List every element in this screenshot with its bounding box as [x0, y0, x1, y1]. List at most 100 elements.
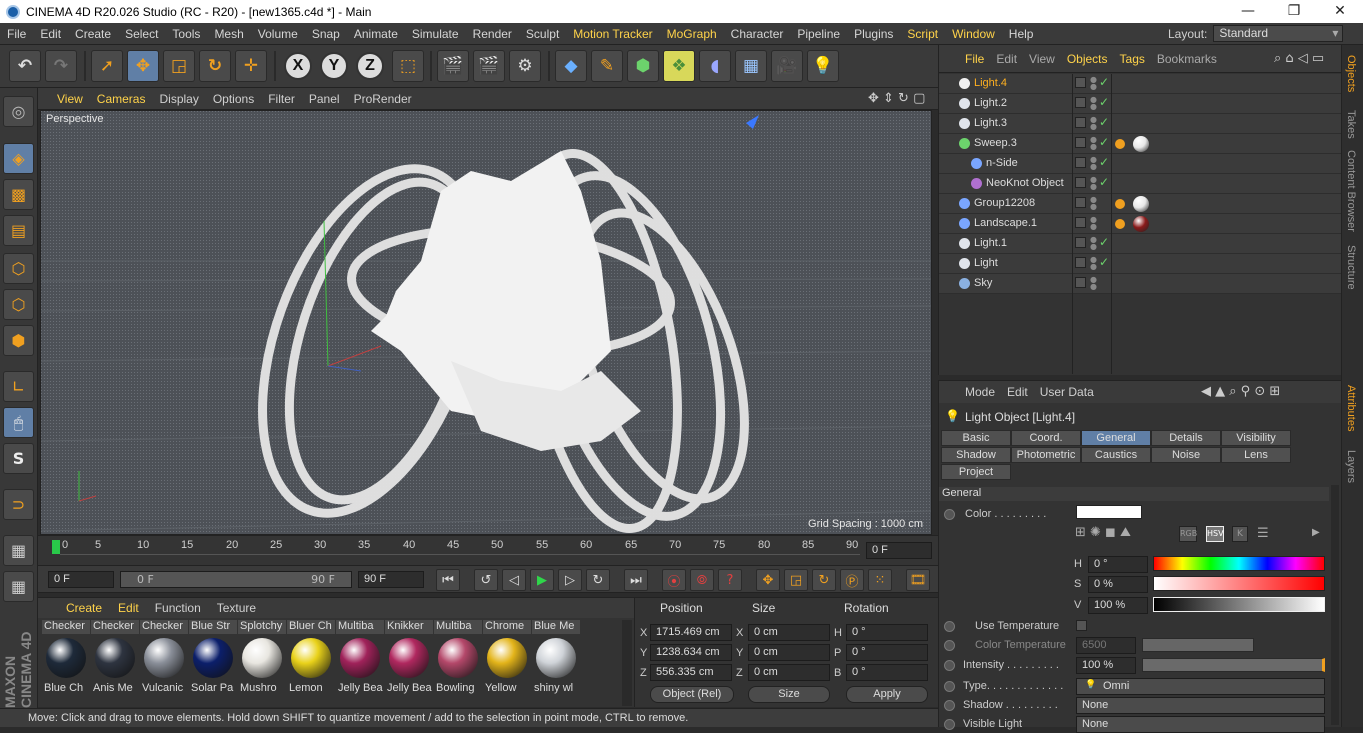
kelvin-mode-button[interactable]: K: [1232, 526, 1248, 542]
color-temperature-slider[interactable]: [1142, 638, 1254, 652]
intensity-slider[interactable]: [1142, 658, 1325, 672]
snapping-icon[interactable]: ⊃: [3, 489, 34, 520]
enabled-check[interactable]: ✓: [1099, 135, 1109, 149]
make-editable-icon[interactable]: ◎: [3, 96, 34, 127]
tab-general[interactable]: General: [1081, 430, 1151, 446]
rgb-mode-button[interactable]: RGB: [1179, 526, 1197, 542]
autokeying-icon[interactable]: ⦾: [690, 569, 714, 591]
material-tag-icon[interactable]: [1133, 136, 1149, 152]
menu-file[interactable]: File: [0, 27, 33, 41]
visibility-dots[interactable]: ● ●: [1090, 256, 1097, 271]
coordinate-system-icon[interactable]: ⬚: [392, 50, 424, 82]
mat-menu-texture[interactable]: Texture: [209, 601, 264, 615]
viewport-navigation-icons[interactable]: ✥ ⇕ ↻ ▢: [868, 91, 925, 106]
attribute-scrollbar[interactable]: [1331, 485, 1339, 725]
material-swatch[interactable]: Checker Blue Ch: [42, 620, 90, 700]
object-row[interactable]: Sweep.3 ● ● ✓: [939, 134, 1342, 154]
side-tab-structure[interactable]: Structure: [1345, 245, 1357, 290]
mat-menu-edit[interactable]: Edit: [110, 601, 147, 615]
enabled-check[interactable]: ✓: [1099, 75, 1109, 89]
move-tool-icon[interactable]: ✥: [127, 50, 159, 82]
material-swatch[interactable]: Knikker Jelly Bea: [385, 620, 433, 700]
obj-menu-bookmarks[interactable]: Bookmarks: [1151, 52, 1223, 66]
menu-render[interactable]: Render: [466, 27, 519, 41]
mat-menu-create[interactable]: Create: [58, 601, 110, 615]
tab-caustics[interactable]: Caustics: [1081, 447, 1151, 463]
material-swatch[interactable]: Checker Vulcanic: [140, 620, 188, 700]
mat-menu-function[interactable]: Function: [147, 601, 209, 615]
tag-icon[interactable]: [1115, 199, 1125, 209]
start-frame-field[interactable]: 0 F: [48, 571, 114, 588]
object-row[interactable]: Landscape.1 ● ●: [939, 214, 1342, 234]
apply-button[interactable]: Apply: [846, 686, 928, 703]
enabled-check[interactable]: ✓: [1099, 235, 1109, 249]
menu-animate[interactable]: Animate: [347, 27, 405, 41]
visibility-dots[interactable]: ● ●: [1090, 176, 1097, 191]
visibility-dots[interactable]: ● ●: [1090, 116, 1097, 131]
next-frame-icon[interactable]: ▷: [558, 569, 582, 591]
color-temperature-field[interactable]: 6500: [1076, 637, 1136, 654]
current-frame-field[interactable]: 0 F: [866, 542, 932, 559]
tab-visibility[interactable]: Visibility: [1221, 430, 1291, 446]
obj-menu-objects[interactable]: Objects: [1061, 52, 1114, 66]
go-to-end-icon[interactable]: ⏭: [624, 569, 648, 591]
next-key-icon[interactable]: ↻: [586, 569, 610, 591]
rot-p-field[interactable]: 0 °: [846, 644, 928, 661]
pos-x-field[interactable]: 1715.469 cm: [650, 624, 732, 641]
material-swatch[interactable]: Chrome Yellow: [483, 620, 531, 700]
attr-menu-mode[interactable]: Mode: [959, 385, 1001, 399]
menu-mesh[interactable]: Mesh: [207, 27, 250, 41]
visibility-dots[interactable]: ● ●: [1090, 156, 1097, 171]
visibility-dots[interactable]: ● ●: [1090, 216, 1097, 231]
layout-dropdown[interactable]: Standard: [1213, 25, 1344, 42]
menu-simulate[interactable]: Simulate: [405, 27, 466, 41]
layer-checkbox[interactable]: [1075, 117, 1086, 128]
side-tab-attributes[interactable]: Attributes: [1345, 385, 1357, 431]
camera-icon[interactable]: 🎥: [771, 50, 803, 82]
obj-menu-tags[interactable]: Tags: [1114, 52, 1151, 66]
tab-coord[interactable]: Coord.: [1011, 430, 1081, 446]
material-swatch[interactable]: Splotchy Mushro: [238, 620, 286, 700]
workplane-mode-icon[interactable]: ▤: [3, 215, 34, 246]
tab-details[interactable]: Details: [1151, 430, 1221, 446]
material-swatch[interactable]: Bluer Ch Lemon: [287, 620, 335, 700]
shadow-radio[interactable]: [944, 700, 955, 711]
menu-character[interactable]: Character: [724, 27, 791, 41]
workplane-lock-icon[interactable]: ▦: [3, 535, 34, 566]
object-row[interactable]: Light ● ● ✓: [939, 254, 1342, 274]
material-tag-icon[interactable]: [1133, 216, 1149, 232]
tab-lens[interactable]: Lens: [1221, 447, 1291, 463]
material-swatch[interactable]: Multiba Jelly Bea: [336, 620, 384, 700]
render-view-icon[interactable]: 🎬: [437, 50, 469, 82]
layer-checkbox[interactable]: [1075, 77, 1086, 88]
shadow-dropdown[interactable]: None: [1076, 697, 1325, 714]
deformer-icon[interactable]: ◖: [699, 50, 731, 82]
hue-slider[interactable]: [1153, 556, 1325, 571]
use-temperature-radio[interactable]: [944, 621, 955, 632]
attr-menu-edit[interactable]: Edit: [1001, 385, 1034, 399]
color-temperature-radio[interactable]: [944, 640, 955, 651]
end-frame-field[interactable]: 90 F: [358, 571, 424, 588]
previous-frame-icon[interactable]: ◁: [502, 569, 526, 591]
pos-z-field[interactable]: 556.335 cm: [650, 664, 732, 681]
object-row[interactable]: Sky ● ●: [939, 274, 1342, 294]
undo-icon[interactable]: ↶: [9, 50, 41, 82]
color-picker-mode-icons[interactable]: ⊞ ✺ ◼ ⛰: [1075, 525, 1131, 540]
vp-menu-filter[interactable]: Filter: [261, 92, 302, 106]
value-field[interactable]: 100 %: [1088, 597, 1148, 614]
go-to-start-icon[interactable]: ⏮: [436, 569, 460, 591]
side-tab-layers[interactable]: Layers: [1345, 450, 1357, 483]
visible-light-radio[interactable]: [944, 719, 955, 730]
vp-menu-display[interactable]: Display: [152, 92, 205, 106]
minimize-button[interactable]: —: [1225, 0, 1271, 23]
object-row[interactable]: n-Side ● ● ✓: [939, 154, 1342, 174]
material-swatch[interactable]: Blue Me shiny wl: [532, 620, 580, 700]
object-row[interactable]: Light.2 ● ● ✓: [939, 94, 1342, 114]
side-tab-objects[interactable]: Objects: [1345, 55, 1357, 92]
obj-menu-view[interactable]: View: [1023, 52, 1061, 66]
menu-tools[interactable]: Tools: [165, 27, 207, 41]
layer-checkbox[interactable]: [1075, 217, 1086, 228]
enabled-check[interactable]: ✓: [1099, 95, 1109, 109]
menu-script[interactable]: Script: [900, 27, 945, 41]
object-manager-tools-icons[interactable]: ⌕ ⌂ ◁ ▭: [1274, 51, 1324, 66]
